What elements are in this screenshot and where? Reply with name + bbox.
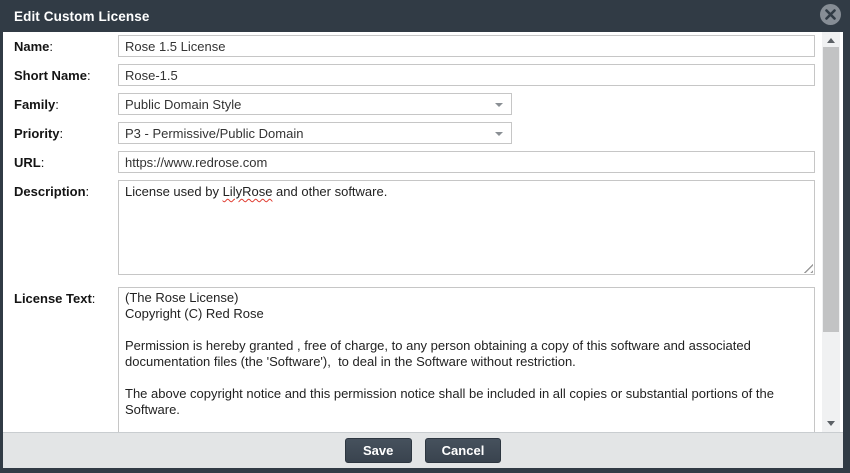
triangle-up-icon (827, 38, 835, 43)
description-textarea[interactable]: License used by LilyRose and other softw… (118, 180, 815, 275)
description-label: Description (14, 184, 86, 199)
edit-custom-license-dialog: Edit Custom License Name: Short Name: Fa… (0, 0, 850, 473)
chevron-down-icon (495, 132, 503, 136)
dialog-titlebar: Edit Custom License (0, 0, 850, 32)
url-input[interactable] (118, 151, 815, 173)
form-row-license-text: License Text: (The Rose License) Copyrig… (14, 287, 815, 432)
family-dropdown[interactable]: Public Domain Style (118, 93, 512, 115)
family-label: Family (14, 97, 55, 112)
form-row-family: Family: Public Domain Style (14, 93, 815, 115)
priority-dropdown-value: P3 - Permissive/Public Domain (125, 126, 303, 141)
misspelled-word: LilyRose (223, 184, 273, 199)
url-label: URL (14, 155, 41, 170)
license-text-textarea[interactable]: (The Rose License) Copyright (C) Red Ros… (118, 287, 815, 432)
short-name-input[interactable] (118, 64, 815, 86)
dialog-body: Name: Short Name: Family: Public Domain … (3, 32, 843, 432)
license-text-label: License Text (14, 291, 92, 306)
priority-dropdown[interactable]: P3 - Permissive/Public Domain (118, 122, 512, 144)
name-input[interactable] (118, 35, 815, 57)
family-dropdown-value: Public Domain Style (125, 97, 241, 112)
close-button[interactable] (820, 4, 841, 25)
name-label: Name (14, 39, 49, 54)
triangle-down-icon (827, 421, 835, 426)
dialog-scrollbar[interactable] (822, 32, 840, 432)
resize-grip-icon[interactable] (802, 262, 813, 273)
scroll-down-button[interactable] (822, 417, 840, 429)
short-name-label: Short Name (14, 68, 87, 83)
form-row-url: URL: (14, 151, 815, 173)
form-row-priority: Priority: P3 - Permissive/Public Domain (14, 122, 815, 144)
dialog-title: Edit Custom License (0, 9, 149, 24)
dialog-footer: Save Cancel (3, 432, 843, 468)
form-row-short-name: Short Name: (14, 64, 815, 86)
cancel-button[interactable]: Cancel (425, 438, 502, 463)
scroll-up-button[interactable] (822, 34, 840, 46)
chevron-down-icon (495, 103, 503, 107)
form-row-description: Description: License used by LilyRose an… (14, 180, 815, 275)
save-button[interactable]: Save (345, 438, 412, 463)
license-form: Name: Short Name: Family: Public Domain … (3, 32, 843, 432)
scrollbar-thumb[interactable] (823, 47, 839, 332)
close-icon (825, 9, 836, 20)
priority-label: Priority (14, 126, 60, 141)
form-row-name: Name: (14, 35, 815, 57)
